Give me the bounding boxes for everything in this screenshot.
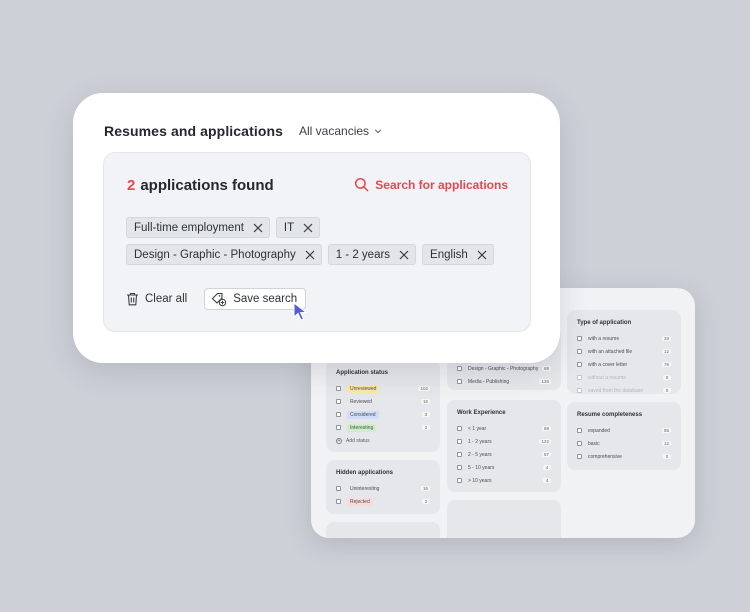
checkbox[interactable]	[336, 412, 341, 417]
checkbox[interactable]	[577, 336, 582, 341]
results-count: 2 applications found	[127, 177, 274, 194]
panel-header: Resumes and applications All vacancies	[104, 123, 382, 139]
clear-all-button[interactable]: Clear all	[126, 292, 187, 306]
experience-filter-gt10[interactable]: > 10 years 4	[457, 474, 551, 487]
checkbox[interactable]	[577, 362, 582, 367]
status-filter-reviewed[interactable]: Reviewed 16	[336, 395, 430, 408]
search-icon	[355, 177, 369, 192]
type-filter-saved-database: saved from the database 0	[577, 384, 671, 397]
application-status-title: Application status	[336, 370, 389, 376]
checkbox[interactable]	[457, 465, 462, 470]
filter-actions: Clear all Save search	[126, 288, 307, 310]
status-filter-interesting[interactable]: Interesting 2	[336, 421, 430, 434]
resume-completeness-card: Resume completeness expanded 95 basic 12…	[567, 402, 681, 470]
checkbox[interactable]	[457, 426, 462, 431]
filter-card-cutoff	[326, 522, 440, 538]
experience-filter-1-2[interactable]: 1 - 2 years 122	[457, 435, 551, 448]
add-status-button[interactable]: + Add status	[336, 434, 430, 447]
close-icon[interactable]	[399, 250, 409, 260]
checkbox[interactable]	[457, 478, 462, 483]
work-experience-title: Work Experience	[457, 410, 506, 416]
type-filter-resume[interactable]: with a resume 33	[577, 332, 671, 345]
hidden-applications-title: Hidden applications	[336, 470, 394, 476]
results-number: 2	[127, 177, 136, 194]
checkbox[interactable]	[457, 439, 462, 444]
checkbox[interactable]	[577, 349, 582, 354]
tag-plus-icon	[211, 292, 227, 306]
checkbox[interactable]	[457, 366, 462, 371]
search-summary-panel: Resumes and applications All vacancies 2…	[73, 93, 560, 363]
filter-chip-experience: 1 - 2 years	[327, 244, 417, 265]
filter-summary-box: 2 applications found Search for applicati…	[103, 152, 531, 332]
checkbox[interactable]	[336, 399, 341, 404]
work-experience-card: Work Experience < 1 year 69 1 - 2 years …	[447, 400, 561, 492]
type-filter-without-resume: without a resume 0	[577, 371, 671, 384]
type-filter-cover-letter[interactable]: with a cover letter 76	[577, 358, 671, 371]
type-filter-attached-file[interactable]: with an attached file 12	[577, 345, 671, 358]
chevron-down-icon	[374, 129, 382, 134]
close-icon[interactable]	[253, 223, 263, 233]
vacancies-dropdown[interactable]: All vacancies	[299, 124, 382, 138]
save-search-button[interactable]: Save search	[204, 288, 307, 310]
type-of-application-card: Type of application with a resume 33 wit…	[567, 310, 681, 394]
filter-chip-it: IT	[275, 217, 321, 238]
checkbox	[577, 388, 582, 393]
hidden-filter-uninteresting[interactable]: Uninteresting 16	[336, 482, 430, 495]
completeness-filter-comprehensive[interactable]: comprehensive 0	[577, 450, 671, 463]
checkbox[interactable]	[577, 428, 582, 433]
checkbox	[577, 375, 582, 380]
filter-chip-language: English	[422, 244, 494, 265]
checkbox[interactable]	[336, 486, 341, 491]
checkbox[interactable]	[336, 386, 341, 391]
status-filter-unreviewed[interactable]: Unreviewed 102	[336, 382, 430, 395]
plus-icon: +	[336, 437, 342, 444]
checkbox[interactable]	[457, 452, 462, 457]
experience-filter-5-10[interactable]: 5 - 10 years 4	[457, 461, 551, 474]
resume-completeness-title: Resume completeness	[577, 412, 643, 418]
trash-icon	[127, 292, 138, 306]
checkbox[interactable]	[577, 441, 582, 446]
checkbox[interactable]	[336, 425, 341, 430]
industry-filter-design[interactable]: Design - Graphic - Photography 69	[457, 362, 551, 375]
mouse-cursor-icon	[293, 302, 308, 321]
hidden-applications-card: Hidden applications Uninteresting 16 Rej…	[326, 460, 440, 514]
page-title: Resumes and applications	[104, 123, 284, 139]
filter-chip-employment: Full-time employment	[126, 217, 270, 238]
completeness-filter-expanded[interactable]: expanded 95	[577, 424, 671, 437]
experience-filter-lt1[interactable]: < 1 year 69	[457, 422, 551, 435]
application-status-card: Application status Unreviewed 102 Review…	[326, 360, 440, 452]
experience-filter-2-5[interactable]: 2 - 5 years 87	[457, 448, 551, 461]
type-of-application-title: Type of application	[577, 320, 632, 326]
hidden-filter-rejected[interactable]: Rejected 2	[336, 495, 430, 508]
close-icon[interactable]	[305, 250, 315, 260]
close-icon[interactable]	[477, 250, 487, 260]
results-label: applications found	[140, 177, 274, 194]
search-applications-link[interactable]: Search for applications	[354, 177, 508, 192]
industry-filter-media[interactable]: Media - Publishing 126	[457, 375, 551, 388]
filter-card-cutoff	[447, 500, 561, 538]
checkbox[interactable]	[577, 454, 582, 459]
close-icon[interactable]	[303, 223, 313, 233]
checkbox[interactable]	[457, 379, 462, 384]
checkbox[interactable]	[336, 499, 341, 504]
filter-chip-industry: Design - Graphic - Photography	[126, 244, 322, 265]
active-filters: Full-time employment IT Design - Graphic…	[126, 217, 516, 271]
completeness-filter-basic[interactable]: basic 12	[577, 437, 671, 450]
status-filter-considered[interactable]: Considered 3	[336, 408, 430, 421]
